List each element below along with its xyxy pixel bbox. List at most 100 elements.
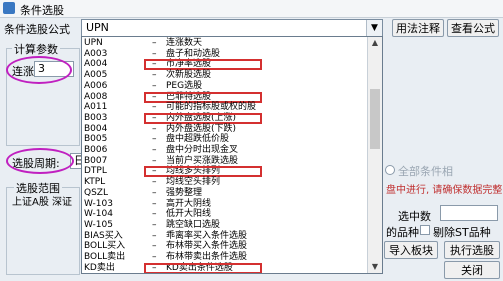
dropdown-item-code: A004 xyxy=(84,59,108,70)
dropdown-item[interactable]: UPN – 连涨数天 xyxy=(82,38,368,48)
dropdown-item-separator: – xyxy=(152,80,157,91)
dropdown-item-desc: 跳空缺口选股 xyxy=(166,219,221,230)
dropdown-item[interactable]: B004 – 内外盘选股(下跌) xyxy=(82,124,368,134)
annotation-oval-period xyxy=(6,148,74,174)
dropdown-item-separator: – xyxy=(152,48,157,59)
dropdown-item[interactable]: B006 – 盘中分时出现金叉 xyxy=(82,145,368,155)
dropdown-item-desc: 可能的指标股或权的股 xyxy=(166,102,257,113)
exclude-st-checkbox[interactable] xyxy=(420,225,430,235)
formula-label: 条件选股公式 xyxy=(4,23,70,36)
dropdown-item-code: B004 xyxy=(84,123,108,134)
dropdown-item-separator: – xyxy=(152,38,157,48)
dropdown-item-desc: 当前户买涨跌选股 xyxy=(166,155,239,166)
dropdown-item[interactable]: KTPL – 均线空头排列 xyxy=(82,177,368,187)
dropdown-item-code: A005 xyxy=(84,70,108,81)
view-formula-button[interactable]: 查看公式 xyxy=(447,19,499,37)
dropdown-item-separator: – xyxy=(152,187,157,198)
selected-count-label: 选中数 xyxy=(398,210,431,223)
dropdown-item-code: BIAS买入 xyxy=(84,230,123,241)
dropdown-item[interactable]: BOLL买入 – 布林带买入条件选股 xyxy=(82,241,368,251)
dropdown-item-desc: 盘中超跌低价股 xyxy=(166,134,230,145)
dropdown-item-separator: – xyxy=(152,230,157,241)
title-bar: 条件选股 xyxy=(0,0,503,18)
dropdown-item[interactable]: B005 – 盘中超跌低价股 xyxy=(82,134,368,144)
exclude-st-label: 剔除ST品种 xyxy=(433,226,491,239)
execute-selection-button[interactable]: 执行选股 xyxy=(444,241,500,259)
dropdown-item-desc: 高开大阴线 xyxy=(166,198,212,209)
dropdown-item-code: W-103 xyxy=(84,198,113,209)
dropdown-item-code: KTPL xyxy=(84,177,106,188)
dropdown-item-separator: – xyxy=(152,177,157,188)
formula-dropdown-list[interactable]: UPN – 连涨数天 A003– 盘子和动选股 A004– 市净率选股 A005– 次新股选股 A… xyxy=(81,36,383,274)
dropdown-item-separator: – xyxy=(152,145,157,155)
annotation-highlight-box xyxy=(144,59,262,71)
annotation-highlight-box xyxy=(144,166,262,178)
window-title: 条件选股 xyxy=(20,4,64,17)
all-condition-radio[interactable] xyxy=(385,165,395,175)
dropdown-item-desc: PEG选股 xyxy=(166,80,203,91)
dropdown-item[interactable]: A003 – 盘子和动选股 xyxy=(82,49,368,59)
dropdown-item-code: BOLL买入 xyxy=(84,241,126,252)
dropdown-item-code: B006 xyxy=(84,145,108,155)
scroll-down-icon[interactable]: ▼ xyxy=(368,261,382,273)
dropdown-item-separator: – xyxy=(152,198,157,209)
import-block-button[interactable]: 导入板块 xyxy=(384,241,438,259)
dropdown-item-separator: – xyxy=(152,209,157,220)
scroll-up-icon[interactable]: ▲ xyxy=(368,37,382,49)
varieties-text: 的品种 xyxy=(386,226,419,239)
dropdown-item-separator: – xyxy=(152,252,157,262)
dropdown-item-code: QSZL xyxy=(84,187,108,198)
dropdown-item-desc: 盘中分时出现金叉 xyxy=(166,145,239,155)
range-market-text: 上证A股 深证 xyxy=(12,197,73,208)
dropdown-item[interactable]: W-103 – 高开大阴线 xyxy=(82,199,368,209)
dropdown-scrollbar[interactable]: ▲ ▼ xyxy=(367,37,382,273)
dropdown-item[interactable]: A006 – PEG选股 xyxy=(82,81,368,91)
dropdown-item-desc: 连涨数天 xyxy=(166,38,203,48)
all-condition-label: 全部条件相 xyxy=(398,165,453,178)
dropdown-item-code: KD卖出 xyxy=(84,262,115,273)
formula-combobox-value: UPN xyxy=(86,21,109,34)
dropdown-item-desc: 布林带买入条件选股 xyxy=(166,241,248,252)
dropdown-item-separator: – xyxy=(152,241,157,252)
dropdown-item-code: A008 xyxy=(84,91,108,102)
dropdown-item-desc: 布林带卖出条件选股 xyxy=(166,252,248,262)
dropdown-item-code: DTPL xyxy=(84,166,107,177)
app-icon xyxy=(3,2,15,14)
selected-count-field xyxy=(440,205,498,221)
dropdown-item-desc: 乖离率买入条件选股 xyxy=(166,230,248,241)
dropdown-item-code: A011 xyxy=(84,102,108,113)
dropdown-item-code: A006 xyxy=(84,80,108,91)
annotation-highlight-box xyxy=(144,112,262,124)
usage-notes-button[interactable]: 用法注释 xyxy=(392,19,444,37)
dropdown-item-code: B003 xyxy=(84,112,108,123)
dropdown-item-separator: – xyxy=(152,70,157,81)
dropdown-item[interactable]: W-104 – 低开大阳线 xyxy=(82,209,368,219)
dropdown-item-code: W-105 xyxy=(84,219,113,230)
scrollbar-thumb[interactable] xyxy=(370,89,380,149)
dropdown-item[interactable]: BIAS买入 – 乖离率买入条件选股 xyxy=(82,231,368,241)
dropdown-item-code: A003 xyxy=(84,48,108,59)
dropdown-item-code: BOLL卖出 xyxy=(84,252,126,262)
dropdown-item-code: B005 xyxy=(84,134,108,145)
dropdown-item-code: W-104 xyxy=(84,209,113,220)
close-button[interactable]: 关闭 xyxy=(444,261,500,279)
dropdown-item[interactable]: B007 – 当前户买涨跌选股 xyxy=(82,156,368,166)
dropdown-item[interactable]: A011 – 可能的指标股或权的股 xyxy=(82,102,368,112)
dropdown-item-separator: – xyxy=(152,134,157,145)
dropdown-item-code: B007 xyxy=(84,155,108,166)
formula-combobox[interactable]: UPN ▼ xyxy=(81,19,383,37)
dropdown-item[interactable]: QSZL – 强势整理 xyxy=(82,188,368,198)
status-text: 盘中进行, 请确保数据完整 xyxy=(386,185,503,196)
dropdown-item[interactable]: W-105 – 跳空缺口选股 xyxy=(82,220,368,230)
annotation-oval-param xyxy=(6,56,72,84)
annotation-highlight-box xyxy=(144,91,262,103)
dropdown-item-desc: 低开大阳线 xyxy=(166,209,212,220)
calc-params-title: 计算参数 xyxy=(12,41,60,57)
dropdown-item[interactable]: BOLL卖出 – 布林带卖出条件选股 xyxy=(82,252,368,262)
dropdown-item-desc: 均线空头排列 xyxy=(166,177,221,188)
chevron-down-icon[interactable]: ▼ xyxy=(366,20,382,36)
dropdown-item-separator: – xyxy=(152,155,157,166)
dropdown-item-separator: – xyxy=(152,123,157,134)
dropdown-item-separator: – xyxy=(152,102,157,113)
dropdown-item[interactable]: A005 – 次新股选股 xyxy=(82,70,368,80)
